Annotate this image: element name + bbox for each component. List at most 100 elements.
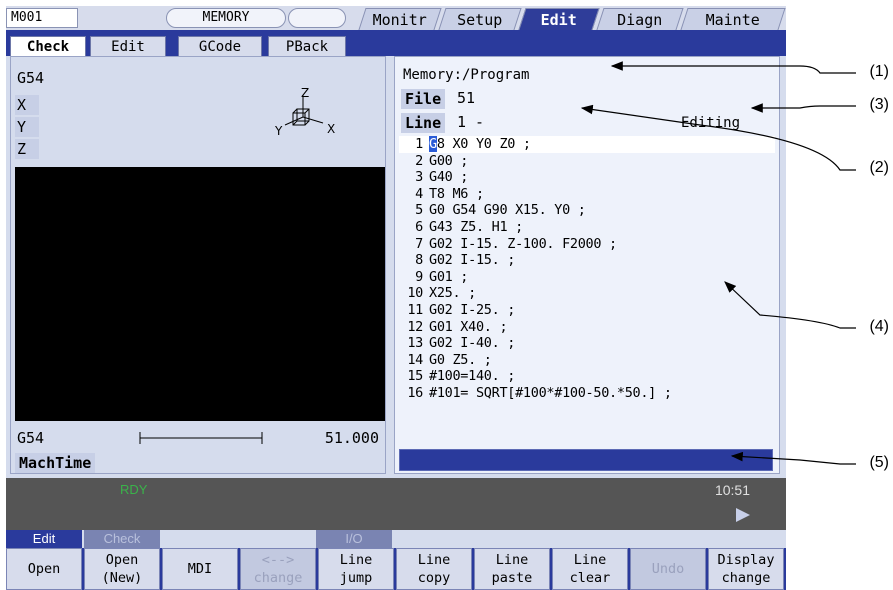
scale-value: 51.000 — [324, 429, 379, 447]
callout-4: (4) — [869, 318, 889, 335]
axis-z-label: Z — [15, 139, 39, 159]
code-line-text: G8 X0 Y0 Z0 ; — [429, 136, 531, 152]
code-line[interactable]: 13 G02 I-40. ; — [399, 335, 775, 352]
graphic-check-display[interactable] — [15, 167, 385, 421]
code-line[interactable]: 10 X25. ; — [399, 285, 775, 302]
axis-y-label: Y — [15, 117, 39, 137]
code-line-text: G02 I-40. ; — [429, 335, 516, 352]
code-line[interactable]: 9 G01 ; — [399, 269, 775, 286]
code-line[interactable]: 8 G02 I-15. ; — [399, 252, 775, 269]
callout-5: (5) — [869, 454, 889, 471]
axis-icon-z: Z — [301, 86, 309, 100]
code-line[interactable]: 6 G43 Z5. H1 ; — [399, 219, 775, 236]
callout-3: (3) — [869, 96, 889, 113]
fkey-mdi[interactable]: MDI — [162, 548, 238, 590]
edit-status: Editing — [681, 115, 741, 131]
sub-tab-bar: Check Edit GCode PBack — [6, 30, 786, 56]
code-line[interactable]: 16 #101= SQRT[#100*#100-50.*50.] ; — [399, 385, 775, 402]
code-line-text: G40 ; — [429, 169, 469, 186]
code-line-number: 7 — [415, 235, 423, 252]
machtime-label: MachTime — [15, 453, 96, 473]
fkey-line-paste[interactable]: Line paste — [474, 548, 550, 590]
tab-mainte[interactable]: Mainte — [680, 8, 786, 30]
function-key-bar: Open Open (New) MDI <--> change Line jum… — [6, 548, 786, 590]
edit-cursor: G — [429, 136, 437, 152]
code-line-text: G0 G54 G90 X15. Y0 ; — [429, 202, 586, 219]
code-line-text: T8 M6 ; — [429, 185, 484, 202]
subtab-check[interactable]: Check — [10, 36, 86, 56]
clock: 10:51 — [714, 482, 750, 498]
code-line-text: G43 Z5. H1 ; — [429, 218, 523, 235]
file-label: File — [401, 89, 446, 109]
code-line[interactable]: 5 G0 G54 G90 X15. Y0 ; — [399, 202, 775, 219]
code-line-text: G01 ; — [429, 268, 469, 285]
status-bar: RDY 10:51 — [6, 478, 786, 530]
code-line-number: 6 — [415, 218, 423, 235]
code-line-rest: 8 X0 Y0 Z0 ; — [436, 136, 531, 152]
line-value: 1 - — [457, 113, 485, 131]
code-line[interactable]: 11 G02 I-25. ; — [399, 302, 775, 319]
subtab-pback[interactable]: PBack — [268, 36, 346, 56]
code-line[interactable]: 7 G02 I-15. Z-100. F2000 ; — [399, 236, 775, 253]
code-line-number: 10 — [407, 285, 423, 302]
program-path: Memory:/Program — [403, 67, 530, 83]
code-line[interactable]: 14 G0 Z5. ; — [399, 352, 775, 369]
next-menu-arrow-icon[interactable] — [736, 508, 750, 522]
code-line[interactable]: 12 G01 X40. ; — [399, 319, 775, 336]
code-line-text: #101= SQRT[#100*#100-50.*50.] ; — [429, 384, 672, 401]
code-line-number: 8 — [415, 252, 423, 269]
subtab-gcode[interactable]: GCode — [178, 36, 262, 56]
bottom-coord-label: G54 — [17, 429, 45, 447]
code-line[interactable]: 1 G8 X0 Y0 Z0 ; — [399, 136, 775, 153]
code-line-text: G01 X40. ; — [429, 318, 508, 335]
blank-indicator — [288, 8, 346, 28]
program-code-list[interactable]: 1 G8 X0 Y0 Z0 ; 2 G00 ; 3 G40 ; 4 T8 M6 ; 5 G0 G5… — [399, 136, 775, 441]
axis-orientation-icon: Z Y X — [274, 86, 335, 138]
code-line-text: X25. ; — [429, 285, 476, 302]
menu-group-edit[interactable]: Edit — [6, 530, 82, 548]
code-line-text: G02 I-15. Z-100. F2000 ; — [429, 235, 617, 252]
code-line-text: G02 I-15. ; — [429, 252, 516, 269]
fkey-line-copy[interactable]: Line copy — [396, 548, 472, 590]
code-line[interactable]: 15 #100=140. ; — [399, 368, 775, 385]
fkey-display-change[interactable]: Display change — [708, 548, 784, 590]
callout-1: (1) — [869, 63, 889, 80]
axis-x-label: X — [15, 95, 39, 115]
code-line-number: 16 — [407, 384, 423, 401]
fkey-line-clear[interactable]: Line clear — [552, 548, 628, 590]
code-line-text: #100=140. ; — [429, 368, 516, 385]
tab-setup[interactable]: Setup — [438, 8, 522, 30]
code-line-number: 9 — [415, 268, 423, 285]
axis-icon-y: Y — [274, 124, 283, 138]
tab-diagn[interactable]: Diagn — [596, 8, 684, 30]
input-line[interactable] — [399, 449, 773, 471]
tab-edit[interactable]: Edit — [518, 8, 600, 30]
check-pane: G54 X Y Z Z Y X G54 51.000 MachTime — [10, 56, 386, 474]
code-line[interactable]: 3 G40 ; — [399, 169, 775, 186]
menu-group-io[interactable]: I/O — [316, 530, 392, 548]
tab-monitr[interactable]: Monitr — [358, 8, 442, 30]
mode-display: M001 — [6, 8, 78, 28]
fkey-undo[interactable]: Undo — [630, 548, 706, 590]
fkey-line-jump[interactable]: Line jump — [318, 548, 394, 590]
code-line-number: 3 — [415, 169, 423, 186]
fkey-open[interactable]: Open — [6, 548, 82, 590]
line-label: Line — [401, 113, 446, 133]
code-line-number: 11 — [407, 301, 423, 318]
code-line-number: 1 — [415, 136, 423, 152]
subtab-edit[interactable]: Edit — [90, 36, 166, 56]
fkey-open-new[interactable]: Open (New) — [84, 548, 160, 590]
coord-system-label: G54 — [17, 69, 45, 87]
code-line-number: 15 — [407, 368, 423, 385]
code-line-number: 4 — [415, 185, 423, 202]
scale-bar-icon — [139, 432, 263, 444]
fkey-change[interactable]: <--> change — [240, 548, 316, 590]
axis-icon-x: X — [327, 122, 335, 136]
file-value: 51 — [457, 89, 476, 107]
top-bar: M001 MEMORY Monitr Setup Edit Diagn Main… — [6, 6, 786, 30]
menu-group-check[interactable]: Check — [84, 530, 160, 548]
callout-2: (2) — [869, 159, 889, 176]
code-line[interactable]: 4 T8 M6 ; — [399, 186, 775, 203]
code-line[interactable]: 2 G00 ; — [399, 153, 775, 170]
code-line-text: G02 I-25. ; — [429, 301, 516, 318]
